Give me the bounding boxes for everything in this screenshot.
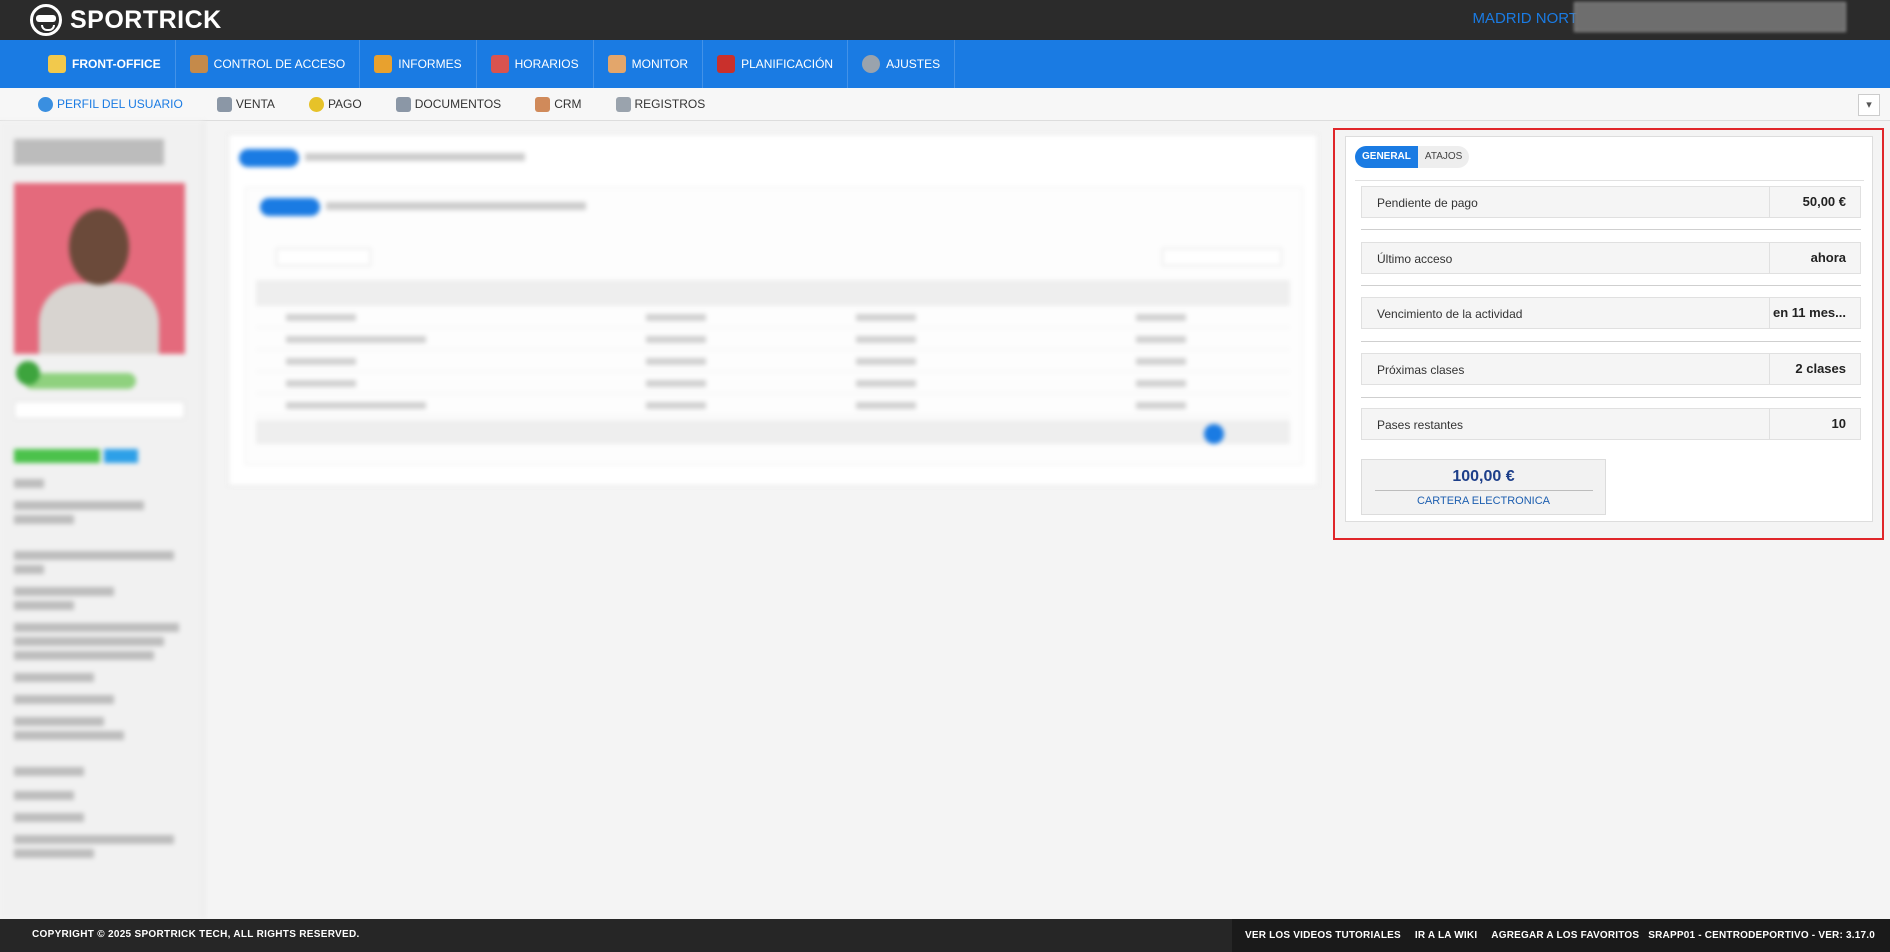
favorites-link[interactable]: AGREGAR A LOS FAVORITOS xyxy=(1491,930,1639,941)
top-bar: SPORTRICK MADRID NORTE xyxy=(0,0,1890,40)
page-size-select[interactable] xyxy=(276,248,371,266)
table-footer xyxy=(256,420,1290,444)
user-photo xyxy=(14,183,185,354)
info-line xyxy=(14,731,124,740)
user-name-obscured xyxy=(14,139,164,165)
sidebar-button[interactable] xyxy=(14,401,185,419)
info-line xyxy=(14,835,174,844)
info-line xyxy=(14,551,174,560)
subnav-label: DOCUMENTOS xyxy=(414,97,502,111)
subnav-venta[interactable]: VENTA xyxy=(216,96,275,112)
copyright: COPYRIGHT © 2025 SPORTRICK TECH, ALL RIG… xyxy=(32,929,360,940)
info-line xyxy=(14,767,84,776)
tag-badge xyxy=(104,449,138,463)
footer: COPYRIGHT © 2025 SPORTRICK TECH, ALL RIG… xyxy=(0,919,1890,952)
info-line xyxy=(14,565,44,574)
subnav-perfil[interactable]: PERFIL DEL USUARIO xyxy=(38,96,183,112)
tutorials-link[interactable]: VER LOS VIDEOS TUTORIALES xyxy=(1245,930,1401,941)
table-header xyxy=(256,280,1290,306)
content-tab[interactable] xyxy=(305,153,525,161)
monitor-icon xyxy=(607,55,626,73)
search-input[interactable] xyxy=(1162,248,1282,266)
logo-icon xyxy=(30,4,62,36)
site-selector[interactable]: MADRID NORTE xyxy=(1472,10,1588,27)
subnav-crm[interactable]: CRM xyxy=(535,96,582,112)
info-line xyxy=(14,813,84,822)
table-row[interactable] xyxy=(256,330,1290,350)
log-icon xyxy=(615,96,631,112)
content-subtab[interactable] xyxy=(326,202,586,210)
nav-label: MONITOR xyxy=(631,57,689,71)
subnav-registros[interactable]: REGISTROS xyxy=(615,96,706,112)
sub-nav: PERFIL DEL USUARIO VENTA PAGO DOCUMENTOS… xyxy=(0,88,1890,121)
access-control-icon xyxy=(189,55,208,73)
nav-label: PLANIFICACIÓN xyxy=(741,57,834,71)
wiki-link[interactable]: IR A LA WIKI xyxy=(1415,930,1477,941)
table-row[interactable] xyxy=(256,396,1290,416)
info-line xyxy=(14,637,164,646)
content-inner xyxy=(245,187,1303,465)
nav-label: FRONT-OFFICE xyxy=(72,57,161,71)
info-line xyxy=(14,695,114,704)
info-line xyxy=(14,515,74,524)
nav-monitor[interactable]: MONITOR xyxy=(594,40,704,88)
table-row[interactable] xyxy=(256,374,1290,394)
table-row[interactable] xyxy=(256,308,1290,328)
check-icon xyxy=(16,361,40,385)
nav-ajustes[interactable]: AJUSTES xyxy=(848,40,956,88)
info-line xyxy=(14,651,154,660)
planning-icon xyxy=(717,55,736,73)
document-icon xyxy=(395,96,411,112)
gear-icon xyxy=(862,55,881,73)
subnav-label: REGISTROS xyxy=(634,97,706,111)
subnav-documentos[interactable]: DOCUMENTOS xyxy=(395,96,502,112)
calendar-icon xyxy=(490,55,509,73)
info-line xyxy=(14,479,44,488)
info-line xyxy=(14,501,144,510)
info-line xyxy=(14,849,94,858)
coin-icon xyxy=(308,96,324,112)
content-subtab[interactable] xyxy=(260,198,320,216)
subnav-label: PAGO xyxy=(327,97,362,111)
handshake-icon xyxy=(535,96,551,112)
tag-badge xyxy=(14,449,100,463)
nav-informes[interactable]: INFORMES xyxy=(360,40,477,88)
user-icon xyxy=(38,96,53,112)
nav-horarios[interactable]: HORARIOS xyxy=(477,40,594,88)
info-line xyxy=(14,587,114,596)
status-badge xyxy=(24,373,136,389)
nav-label: INFORMES xyxy=(398,57,462,71)
nav-label: HORARIOS xyxy=(514,57,579,71)
logo-text: SPORTRICK xyxy=(70,5,222,34)
nav-front-office[interactable]: FRONT-OFFICE xyxy=(34,40,176,88)
subnav-pago[interactable]: PAGO xyxy=(308,96,362,112)
content-tab[interactable] xyxy=(239,149,299,167)
subnav-label: CRM xyxy=(554,97,582,111)
nav-planificacion[interactable]: PLANIFICACIÓN xyxy=(703,40,849,88)
sale-icon xyxy=(216,96,232,112)
footer-links: VER LOS VIDEOS TUTORIALES IR A LA WIKI A… xyxy=(1231,919,1890,952)
version-info: SRAPP01 - CENTRODEPORTIVO - VER: 3.17.0 xyxy=(1648,930,1875,941)
info-line xyxy=(14,623,179,632)
pagination-current[interactable] xyxy=(1204,424,1224,444)
main-nav: FRONT-OFFICE CONTROL DE ACCESO INFORMES … xyxy=(0,40,1890,88)
content-panel-obscured xyxy=(228,134,1318,486)
info-line xyxy=(14,673,94,682)
nav-control-de-acceso[interactable]: CONTROL DE ACCESO xyxy=(176,40,361,88)
subnav-label: VENTA xyxy=(235,97,275,111)
nav-label: CONTROL DE ACCESO xyxy=(213,57,346,71)
info-line xyxy=(14,791,74,800)
info-line xyxy=(14,601,74,610)
user-menu[interactable] xyxy=(1574,2,1846,32)
logo[interactable]: SPORTRICK xyxy=(30,3,222,37)
table-row[interactable] xyxy=(256,352,1290,372)
pin-icon[interactable]: ▾ xyxy=(1858,94,1880,116)
reports-icon xyxy=(374,55,393,73)
info-line xyxy=(14,717,104,726)
front-office-icon xyxy=(48,55,66,73)
subnav-label: PERFIL DEL USUARIO xyxy=(57,97,183,111)
nav-label: AJUSTES xyxy=(886,57,941,71)
user-sidebar xyxy=(0,121,204,919)
highlight-box xyxy=(1333,128,1884,540)
